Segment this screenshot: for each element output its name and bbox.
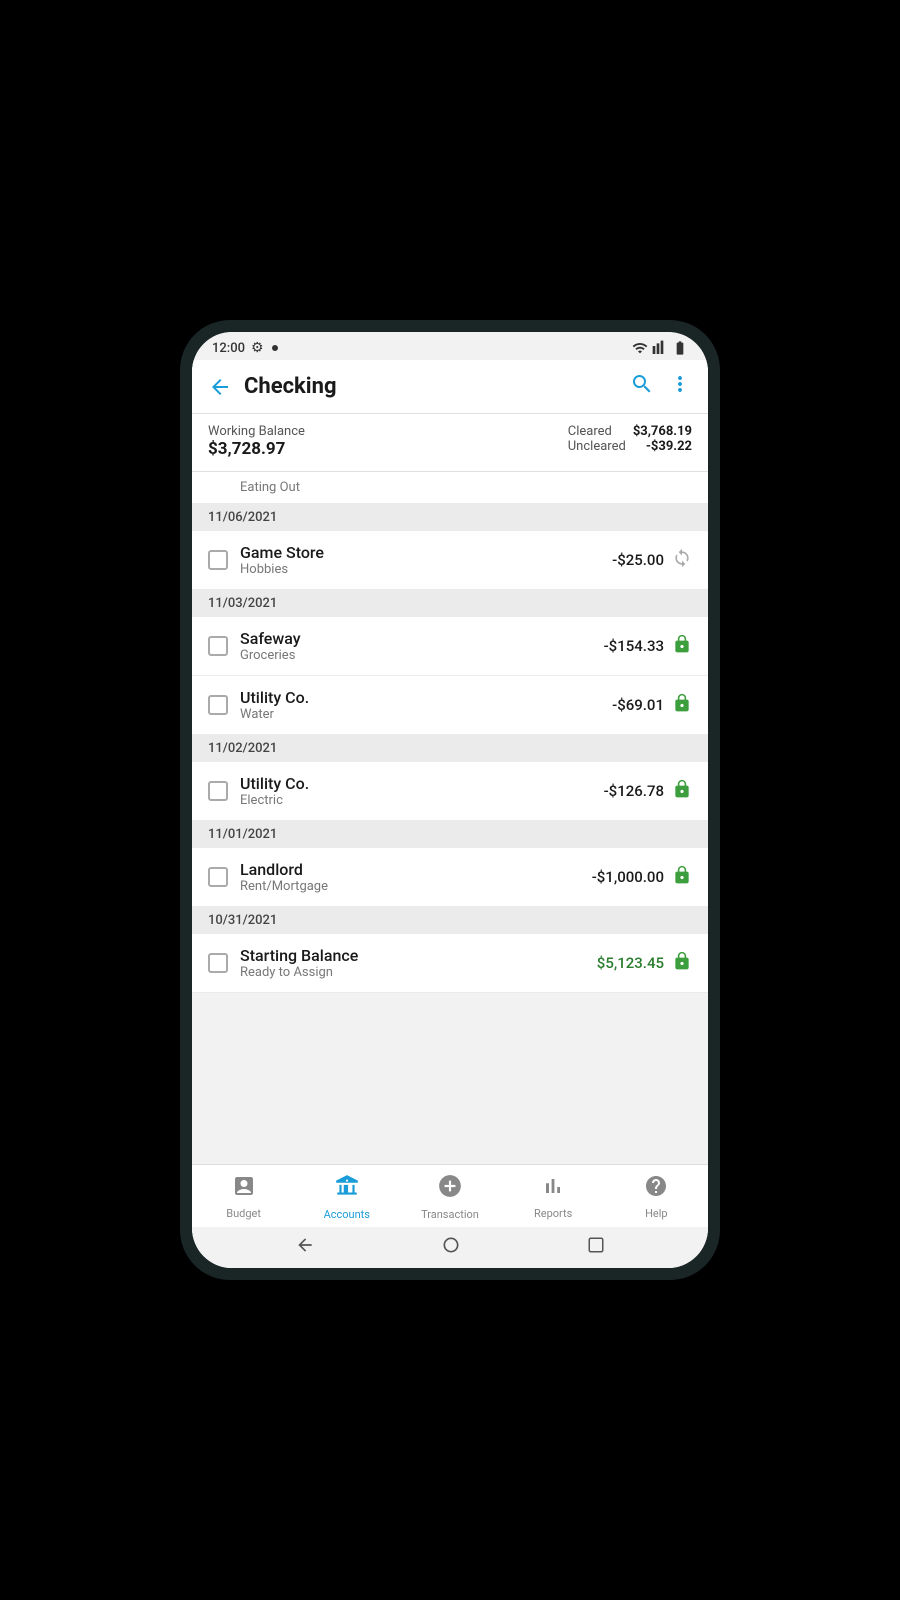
tx-amount: -$126.78 [604, 782, 664, 800]
search-icon [630, 372, 654, 396]
help-label: Help [645, 1207, 668, 1220]
accounts-label: Accounts [324, 1208, 370, 1221]
date-header: 11/03/2021 [192, 590, 708, 617]
accounts-icon [334, 1173, 360, 1205]
transaction-row[interactable]: Utility Co.Water -$69.01 [192, 676, 708, 735]
tx-checkbox[interactable] [208, 953, 228, 973]
tx-amount: -$69.01 [612, 696, 664, 714]
nav-item-transaction[interactable]: Transaction [420, 1173, 480, 1221]
transaction-icon [437, 1173, 463, 1205]
working-balance-amount: $3,728.97 [208, 439, 305, 459]
back-button[interactable] [208, 375, 232, 399]
lock-icon [672, 865, 692, 889]
search-button[interactable] [630, 372, 654, 401]
back-arrow-icon [208, 375, 232, 399]
transaction-list: Eating Out 11/06/2021 Game StoreHobbies -$… [192, 472, 708, 1164]
transaction-row[interactable]: SafewayGroceries -$154.33 [192, 617, 708, 676]
header-icons [630, 372, 692, 401]
page-title: Checking [244, 374, 618, 399]
tx-checkbox[interactable] [208, 867, 228, 887]
help-icon [644, 1174, 668, 1204]
tx-name: Safeway [240, 629, 592, 648]
transaction-row[interactable]: Starting BalanceReady to Assign $5,123.45 [192, 934, 708, 993]
lock-icon [672, 693, 692, 717]
budget-label: Budget [226, 1207, 261, 1220]
nav-item-reports[interactable]: Reports [523, 1174, 583, 1220]
transaction-row[interactable]: Utility Co.Electric -$126.78 [192, 762, 708, 821]
more-options-button[interactable] [668, 372, 692, 401]
tx-checkbox[interactable] [208, 550, 228, 570]
tx-category: Water [240, 707, 600, 722]
tx-name: Utility Co. [240, 774, 592, 793]
tx-name: Utility Co. [240, 688, 600, 707]
tx-amount: -$1,000.00 [592, 868, 664, 886]
tx-category: Ready to Assign [240, 965, 585, 980]
gear-icon: ⚙ [251, 340, 264, 356]
date-header: 11/06/2021 [192, 504, 708, 531]
cleared-uncleared: Cleared $3,768.19 Uncleared -$39.22 [568, 424, 692, 454]
nav-item-accounts[interactable]: Accounts [317, 1173, 377, 1221]
status-time: 12:00 [212, 341, 245, 356]
status-bar: 12:00 ⚙ [192, 332, 708, 360]
cleared-label: Cleared [568, 424, 612, 439]
status-dot [272, 345, 278, 351]
tx-name: Landlord [240, 860, 580, 879]
tx-amount: $5,123.45 [597, 954, 664, 972]
uncleared-label: Uncleared [568, 439, 626, 454]
budget-icon [232, 1174, 256, 1204]
eating-out-category: Eating Out [240, 480, 300, 495]
more-vert-icon [668, 372, 692, 396]
nav-item-budget[interactable]: Budget [214, 1174, 274, 1220]
partial-eating-out: Eating Out [192, 472, 708, 504]
uncleared-amount: -$39.22 [646, 439, 692, 454]
tx-name: Game Store [240, 543, 600, 562]
balance-row: Working Balance $3,728.97 Cleared $3,768… [192, 414, 708, 472]
reports-label: Reports [534, 1207, 572, 1220]
app-content: Checking Working Balance $3,728.97 [192, 360, 708, 1268]
android-nav [192, 1227, 708, 1268]
battery-icon [672, 340, 688, 356]
transaction-row[interactable]: Game StoreHobbies -$25.00 [192, 531, 708, 590]
tx-amount: -$25.00 [612, 551, 664, 569]
transactions-container: 11/06/2021 Game StoreHobbies -$25.00 11/03/… [192, 504, 708, 993]
tx-category: Groceries [240, 648, 592, 663]
lock-icon [672, 951, 692, 975]
date-header: 11/02/2021 [192, 735, 708, 762]
tx-amount: -$154.33 [604, 637, 664, 655]
transaction-label: Transaction [421, 1208, 479, 1221]
working-balance-label: Working Balance [208, 424, 305, 439]
tx-category: Rent/Mortgage [240, 879, 580, 894]
cleared-row: Cleared $3,768.19 [568, 424, 692, 439]
cleared-amount: $3,768.19 [633, 424, 692, 439]
nav-item-help[interactable]: Help [626, 1174, 686, 1220]
android-home-button[interactable] [441, 1235, 461, 1260]
reports-icon [541, 1174, 565, 1204]
tx-category: Hobbies [240, 562, 600, 577]
transaction-row[interactable]: LandlordRent/Mortgage -$1,000.00 [192, 848, 708, 907]
tx-checkbox[interactable] [208, 781, 228, 801]
lock-icon [672, 634, 692, 658]
android-recents-button[interactable] [587, 1236, 605, 1259]
sync-icon [672, 548, 692, 572]
lock-icon [672, 779, 692, 803]
uncleared-row: Uncleared -$39.22 [568, 439, 692, 454]
date-header: 10/31/2021 [192, 907, 708, 934]
tx-checkbox[interactable] [208, 636, 228, 656]
tx-checkbox[interactable] [208, 695, 228, 715]
bottom-nav: Budget Accounts Transaction [192, 1164, 708, 1227]
date-header: 11/01/2021 [192, 821, 708, 848]
tx-category: Electric [240, 793, 592, 808]
phone-frame: 12:00 ⚙ Checking [180, 320, 720, 1280]
phone-screen: 12:00 ⚙ Checking [192, 332, 708, 1268]
signal-icon [652, 340, 668, 356]
android-back-button[interactable] [295, 1235, 315, 1260]
working-balance: Working Balance $3,728.97 [208, 424, 305, 459]
status-icons [632, 340, 688, 356]
app-header: Checking [192, 360, 708, 414]
tx-name: Starting Balance [240, 946, 585, 965]
wifi-icon [632, 340, 648, 356]
